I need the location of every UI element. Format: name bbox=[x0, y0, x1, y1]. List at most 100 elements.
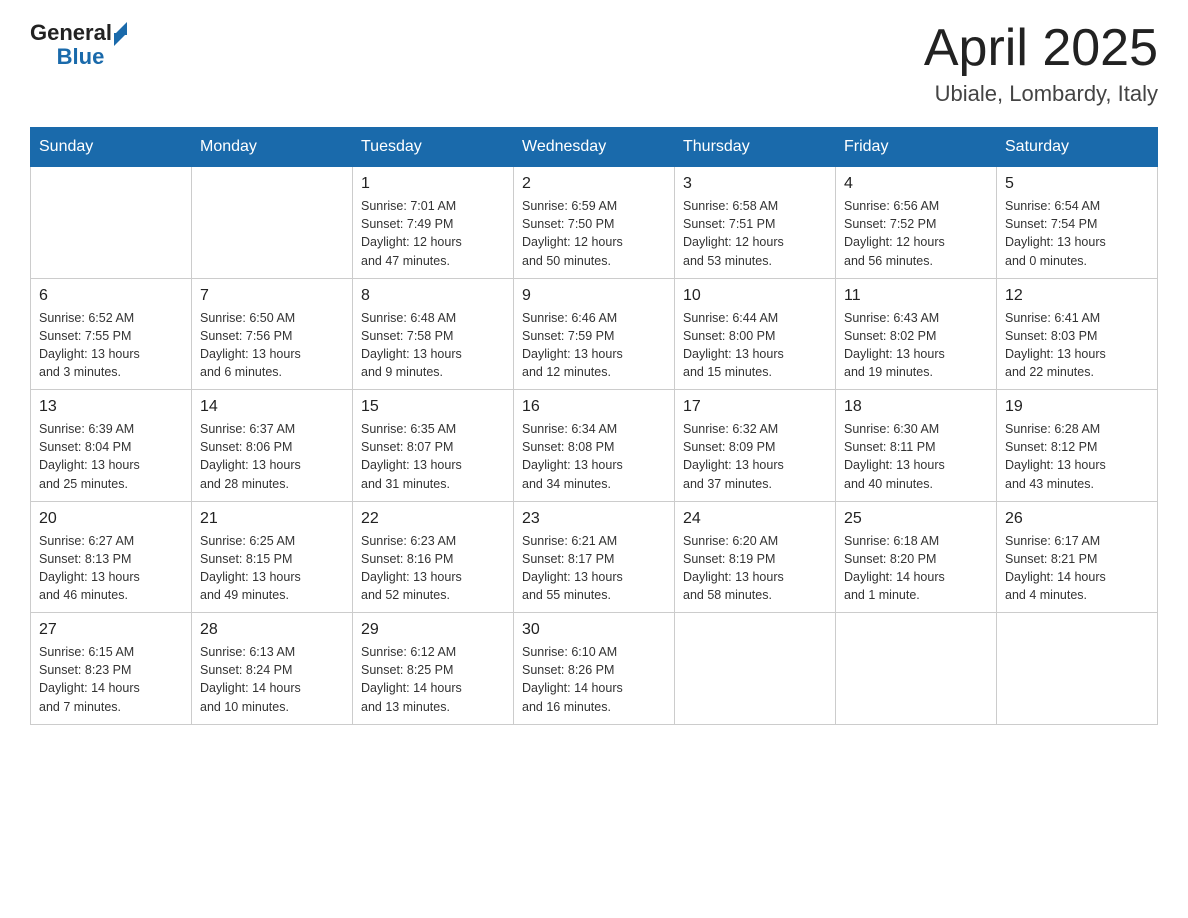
day-info: Sunrise: 6:21 AM Sunset: 8:17 PM Dayligh… bbox=[522, 532, 666, 605]
day-info: Sunrise: 6:32 AM Sunset: 8:09 PM Dayligh… bbox=[683, 420, 827, 493]
day-info: Sunrise: 6:35 AM Sunset: 8:07 PM Dayligh… bbox=[361, 420, 505, 493]
day-cell: 17 Sunrise: 6:32 AM Sunset: 8:09 PM Dayli… bbox=[675, 390, 836, 502]
header-cell-wednesday: Wednesday bbox=[514, 128, 675, 167]
day-number: 15 bbox=[361, 398, 505, 416]
day-cell: 14 Sunrise: 6:37 AM Sunset: 8:06 PM Dayli… bbox=[192, 390, 353, 502]
day-cell: 16Sunrise: 6:34 AM Sunset: 8:08 PM Dayli… bbox=[514, 390, 675, 502]
calendar-table: SundayMondayTuesdayWednesdayThursdayFrid… bbox=[30, 127, 1158, 725]
day-cell: 18 Sunrise: 6:30 AM Sunset: 8:11 PM Dayli… bbox=[836, 390, 997, 502]
header-row: SundayMondayTuesdayWednesdayThursdayFrid… bbox=[31, 128, 1158, 167]
day-cell: 23 Sunrise: 6:21 AM Sunset: 8:17 PM Dayli… bbox=[514, 501, 675, 613]
day-cell: 28 Sunrise: 6:13 AM Sunset: 8:24 PM Dayli… bbox=[192, 613, 353, 725]
day-cell: 20Sunrise: 6:27 AM Sunset: 8:13 PM Dayli… bbox=[31, 501, 192, 613]
day-info: Sunrise: 6:30 AM Sunset: 8:11 PM Dayligh… bbox=[844, 420, 988, 493]
day-info: Sunrise: 6:54 AM Sunset: 7:54 PM Dayligh… bbox=[1005, 197, 1149, 270]
day-number: 12 bbox=[1005, 287, 1149, 305]
day-cell bbox=[192, 167, 353, 279]
logo-icon: General Blue bbox=[30, 20, 127, 70]
day-cell bbox=[31, 167, 192, 279]
day-number: 10 bbox=[683, 287, 827, 305]
day-info: Sunrise: 7:01 AM Sunset: 7:49 PM Dayligh… bbox=[361, 197, 505, 270]
day-cell: 3Sunrise: 6:58 AM Sunset: 7:51 PM Daylig… bbox=[675, 167, 836, 279]
day-cell bbox=[836, 613, 997, 725]
day-number: 24 bbox=[683, 510, 827, 528]
day-info: Sunrise: 6:17 AM Sunset: 8:21 PM Dayligh… bbox=[1005, 532, 1149, 605]
day-info: Sunrise: 6:41 AM Sunset: 8:03 PM Dayligh… bbox=[1005, 309, 1149, 382]
day-cell: 24 Sunrise: 6:20 AM Sunset: 8:19 PM Dayli… bbox=[675, 501, 836, 613]
day-cell: 12 Sunrise: 6:41 AM Sunset: 8:03 PM Dayli… bbox=[997, 278, 1158, 390]
header-cell-monday: Monday bbox=[192, 128, 353, 167]
day-info: Sunrise: 6:15 AM Sunset: 8:23 PM Dayligh… bbox=[39, 643, 183, 716]
week-row-4: 20Sunrise: 6:27 AM Sunset: 8:13 PM Dayli… bbox=[31, 501, 1158, 613]
day-number: 26 bbox=[1005, 510, 1149, 528]
day-number: 7 bbox=[200, 287, 344, 305]
day-info: Sunrise: 6:46 AM Sunset: 7:59 PM Dayligh… bbox=[522, 309, 666, 382]
day-number: 18 bbox=[844, 398, 988, 416]
day-cell: 25Sunrise: 6:18 AM Sunset: 8:20 PM Dayli… bbox=[836, 501, 997, 613]
day-number: 20 bbox=[39, 510, 183, 528]
day-cell: 21 Sunrise: 6:25 AM Sunset: 8:15 PM Dayli… bbox=[192, 501, 353, 613]
day-info: Sunrise: 6:37 AM Sunset: 8:06 PM Dayligh… bbox=[200, 420, 344, 493]
day-number: 5 bbox=[1005, 175, 1149, 193]
day-number: 13 bbox=[39, 398, 183, 416]
header-cell-tuesday: Tuesday bbox=[353, 128, 514, 167]
day-number: 4 bbox=[844, 175, 988, 193]
day-cell: 7 Sunrise: 6:50 AM Sunset: 7:56 PM Daylig… bbox=[192, 278, 353, 390]
day-cell: 11 Sunrise: 6:43 AM Sunset: 8:02 PM Dayli… bbox=[836, 278, 997, 390]
day-info: Sunrise: 6:23 AM Sunset: 8:16 PM Dayligh… bbox=[361, 532, 505, 605]
day-cell: 10 Sunrise: 6:44 AM Sunset: 8:00 PM Dayli… bbox=[675, 278, 836, 390]
day-number: 27 bbox=[39, 621, 183, 639]
day-info: Sunrise: 6:18 AM Sunset: 8:20 PM Dayligh… bbox=[844, 532, 988, 605]
day-info: Sunrise: 6:13 AM Sunset: 8:24 PM Dayligh… bbox=[200, 643, 344, 716]
page-header: General Blue April 2025 Ubiale, Lombardy… bbox=[30, 20, 1158, 107]
day-number: 28 bbox=[200, 621, 344, 639]
day-number: 14 bbox=[200, 398, 344, 416]
day-number: 22 bbox=[361, 510, 505, 528]
day-cell: 13Sunrise: 6:39 AM Sunset: 8:04 PM Dayli… bbox=[31, 390, 192, 502]
calendar-header: SundayMondayTuesdayWednesdayThursdayFrid… bbox=[31, 128, 1158, 167]
day-cell: 30Sunrise: 6:10 AM Sunset: 8:26 PM Dayli… bbox=[514, 613, 675, 725]
day-info: Sunrise: 6:44 AM Sunset: 8:00 PM Dayligh… bbox=[683, 309, 827, 382]
day-cell: 1 Sunrise: 7:01 AM Sunset: 7:49 PM Daylig… bbox=[353, 167, 514, 279]
day-cell: 8Sunrise: 6:48 AM Sunset: 7:58 PM Daylig… bbox=[353, 278, 514, 390]
day-number: 17 bbox=[683, 398, 827, 416]
day-info: Sunrise: 6:20 AM Sunset: 8:19 PM Dayligh… bbox=[683, 532, 827, 605]
day-cell: 22 Sunrise: 6:23 AM Sunset: 8:16 PM Dayli… bbox=[353, 501, 514, 613]
day-number: 9 bbox=[522, 287, 666, 305]
day-info: Sunrise: 6:58 AM Sunset: 7:51 PM Dayligh… bbox=[683, 197, 827, 270]
day-cell: 15 Sunrise: 6:35 AM Sunset: 8:07 PM Dayli… bbox=[353, 390, 514, 502]
day-cell: 5 Sunrise: 6:54 AM Sunset: 7:54 PM Daylig… bbox=[997, 167, 1158, 279]
calendar-location: Ubiale, Lombardy, Italy bbox=[924, 81, 1158, 107]
logo-blue-text: Blue bbox=[57, 44, 105, 69]
header-cell-saturday: Saturday bbox=[997, 128, 1158, 167]
week-row-5: 27 Sunrise: 6:15 AM Sunset: 8:23 PM Dayli… bbox=[31, 613, 1158, 725]
day-number: 23 bbox=[522, 510, 666, 528]
header-cell-thursday: Thursday bbox=[675, 128, 836, 167]
calendar-title: April 2025 bbox=[924, 20, 1158, 77]
calendar-body: 1 Sunrise: 7:01 AM Sunset: 7:49 PM Daylig… bbox=[31, 167, 1158, 725]
header-cell-friday: Friday bbox=[836, 128, 997, 167]
day-info: Sunrise: 6:50 AM Sunset: 7:56 PM Dayligh… bbox=[200, 309, 344, 382]
day-number: 21 bbox=[200, 510, 344, 528]
day-number: 16 bbox=[522, 398, 666, 416]
day-info: Sunrise: 6:43 AM Sunset: 8:02 PM Dayligh… bbox=[844, 309, 988, 382]
day-info: Sunrise: 6:25 AM Sunset: 8:15 PM Dayligh… bbox=[200, 532, 344, 605]
day-info: Sunrise: 6:59 AM Sunset: 7:50 PM Dayligh… bbox=[522, 197, 666, 270]
day-info: Sunrise: 6:12 AM Sunset: 8:25 PM Dayligh… bbox=[361, 643, 505, 716]
day-cell: 29 Sunrise: 6:12 AM Sunset: 8:25 PM Dayli… bbox=[353, 613, 514, 725]
day-info: Sunrise: 6:28 AM Sunset: 8:12 PM Dayligh… bbox=[1005, 420, 1149, 493]
day-cell: 26 Sunrise: 6:17 AM Sunset: 8:21 PM Dayli… bbox=[997, 501, 1158, 613]
day-cell bbox=[997, 613, 1158, 725]
day-cell: 19Sunrise: 6:28 AM Sunset: 8:12 PM Dayli… bbox=[997, 390, 1158, 502]
week-row-3: 13Sunrise: 6:39 AM Sunset: 8:04 PM Dayli… bbox=[31, 390, 1158, 502]
day-cell: 2Sunrise: 6:59 AM Sunset: 7:50 PM Daylig… bbox=[514, 167, 675, 279]
title-block: April 2025 Ubiale, Lombardy, Italy bbox=[924, 20, 1158, 107]
day-number: 1 bbox=[361, 175, 505, 193]
logo: General Blue bbox=[30, 20, 127, 70]
day-number: 11 bbox=[844, 287, 988, 305]
logo-general-text: General bbox=[30, 20, 112, 46]
day-info: Sunrise: 6:56 AM Sunset: 7:52 PM Dayligh… bbox=[844, 197, 988, 270]
day-cell bbox=[675, 613, 836, 725]
day-info: Sunrise: 6:48 AM Sunset: 7:58 PM Dayligh… bbox=[361, 309, 505, 382]
day-number: 29 bbox=[361, 621, 505, 639]
